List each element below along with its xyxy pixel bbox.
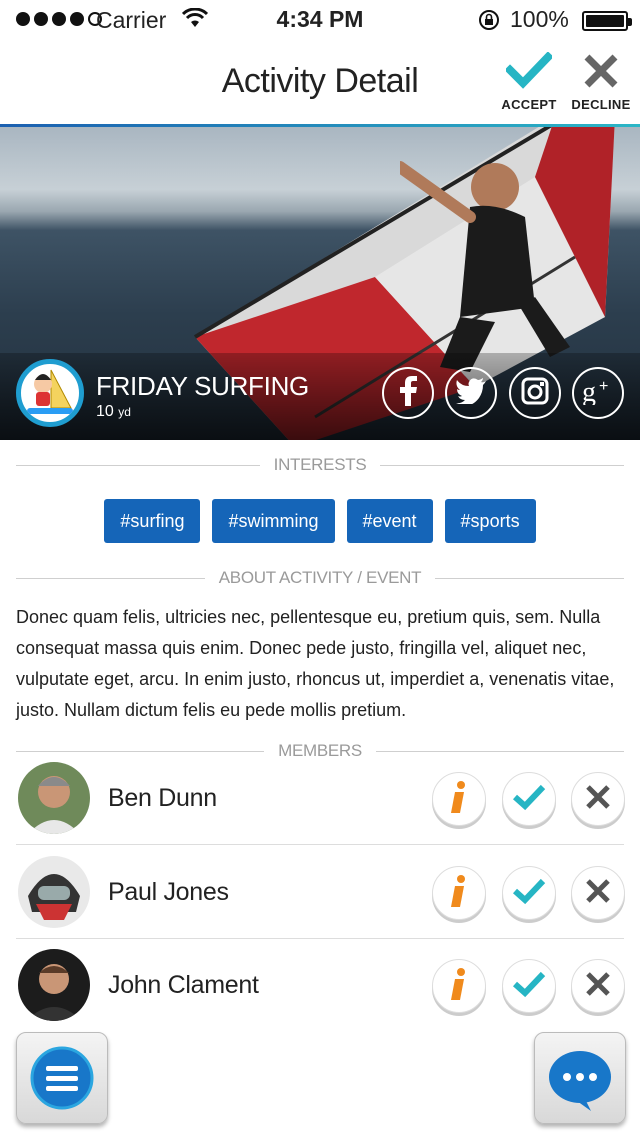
row-divider — [16, 844, 624, 845]
avatar — [18, 856, 90, 928]
member-decline-button[interactable] — [571, 959, 625, 1013]
decline-label: DECLINE — [571, 97, 631, 112]
menu-button[interactable] — [16, 1032, 108, 1124]
checkmark-icon — [504, 51, 554, 94]
facebook-share-button[interactable] — [382, 367, 434, 419]
member-accept-button[interactable] — [502, 772, 556, 826]
menu-icon — [30, 1046, 94, 1115]
navigation-bar: Activity Detail ACCEPT DECLINE — [0, 40, 640, 126]
status-bar: Carrier 4:34 PM 100% — [0, 0, 640, 40]
decline-button[interactable]: DECLINE — [568, 52, 634, 112]
members-section-header: MEMBERS — [16, 741, 625, 761]
activity-detail-screen: Carrier 4:34 PM 100% Activity Detail ACC… — [0, 0, 640, 1136]
rotation-lock-icon — [478, 9, 500, 37]
member-row: John Clament — [16, 949, 625, 1041]
about-section-header: ABOUT ACTIVITY / EVENT — [16, 568, 624, 588]
chat-bubble-icon — [547, 1047, 613, 1118]
member-accept-button[interactable] — [502, 959, 556, 1013]
facebook-icon — [398, 375, 418, 411]
twitter-icon — [456, 377, 486, 409]
row-divider — [16, 938, 624, 939]
google-plus-icon: g + — [582, 377, 614, 410]
event-title: FRIDAY SURFING — [96, 371, 309, 401]
checkmark-icon — [512, 970, 546, 1003]
accept-button[interactable]: ACCEPT — [496, 51, 562, 112]
info-icon — [449, 967, 469, 1005]
event-distance: 10 yd — [96, 403, 131, 421]
member-decline-button[interactable] — [571, 866, 625, 920]
checkmark-icon — [512, 783, 546, 816]
member-decline-button[interactable] — [571, 772, 625, 826]
interest-tag-swimming[interactable]: #swimming — [212, 499, 335, 543]
avatar — [18, 949, 90, 1021]
surfer-figure — [400, 161, 570, 372]
member-name: Ben Dunn — [108, 784, 217, 812]
distance-unit: yd — [118, 405, 131, 419]
svg-text:+: + — [599, 378, 608, 395]
close-icon — [585, 878, 611, 909]
twitter-share-button[interactable] — [445, 367, 497, 419]
interests-section-header: INTERESTS — [16, 455, 625, 475]
members-heading: MEMBERS — [278, 741, 362, 760]
battery-icon — [582, 11, 632, 31]
chat-button[interactable] — [534, 1032, 626, 1124]
battery-percent: 100% — [510, 6, 569, 32]
checkmark-icon — [512, 877, 546, 910]
distance-value: 10 — [96, 403, 114, 420]
member-name: Paul Jones — [108, 878, 229, 906]
instagram-share-button[interactable] — [509, 367, 561, 419]
event-avatar — [16, 359, 84, 427]
event-cover-photo: FRIDAY SURFING 10 yd g + — [0, 127, 640, 440]
accept-label: ACCEPT — [501, 97, 557, 112]
member-name: John Clament — [108, 971, 259, 999]
interests-heading: INTERESTS — [273, 455, 367, 474]
close-icon — [585, 971, 611, 1002]
google-plus-share-button[interactable]: g + — [572, 367, 624, 419]
member-row: Paul Jones — [16, 856, 625, 948]
interest-tag-surfing[interactable]: #surfing — [104, 499, 201, 543]
member-info-button[interactable] — [432, 959, 486, 1013]
about-heading: ABOUT ACTIVITY / EVENT — [218, 568, 422, 587]
avatar — [18, 762, 90, 834]
interest-tags: #surfing #swimming #event #sports — [0, 499, 640, 543]
close-icon — [582, 54, 620, 94]
about-description: Donec quam felis, ultricies nec, pellent… — [16, 607, 615, 720]
member-info-button[interactable] — [432, 866, 486, 920]
instagram-icon — [521, 377, 549, 410]
member-row: Ben Dunn — [16, 762, 625, 854]
member-info-button[interactable] — [432, 772, 486, 826]
interest-tag-sports[interactable]: #sports — [444, 499, 536, 543]
close-icon — [585, 784, 611, 815]
svg-text:g: g — [582, 377, 596, 405]
member-accept-button[interactable] — [502, 866, 556, 920]
interest-tag-event[interactable]: #event — [346, 499, 433, 543]
info-icon — [449, 874, 469, 912]
info-icon — [449, 780, 469, 818]
